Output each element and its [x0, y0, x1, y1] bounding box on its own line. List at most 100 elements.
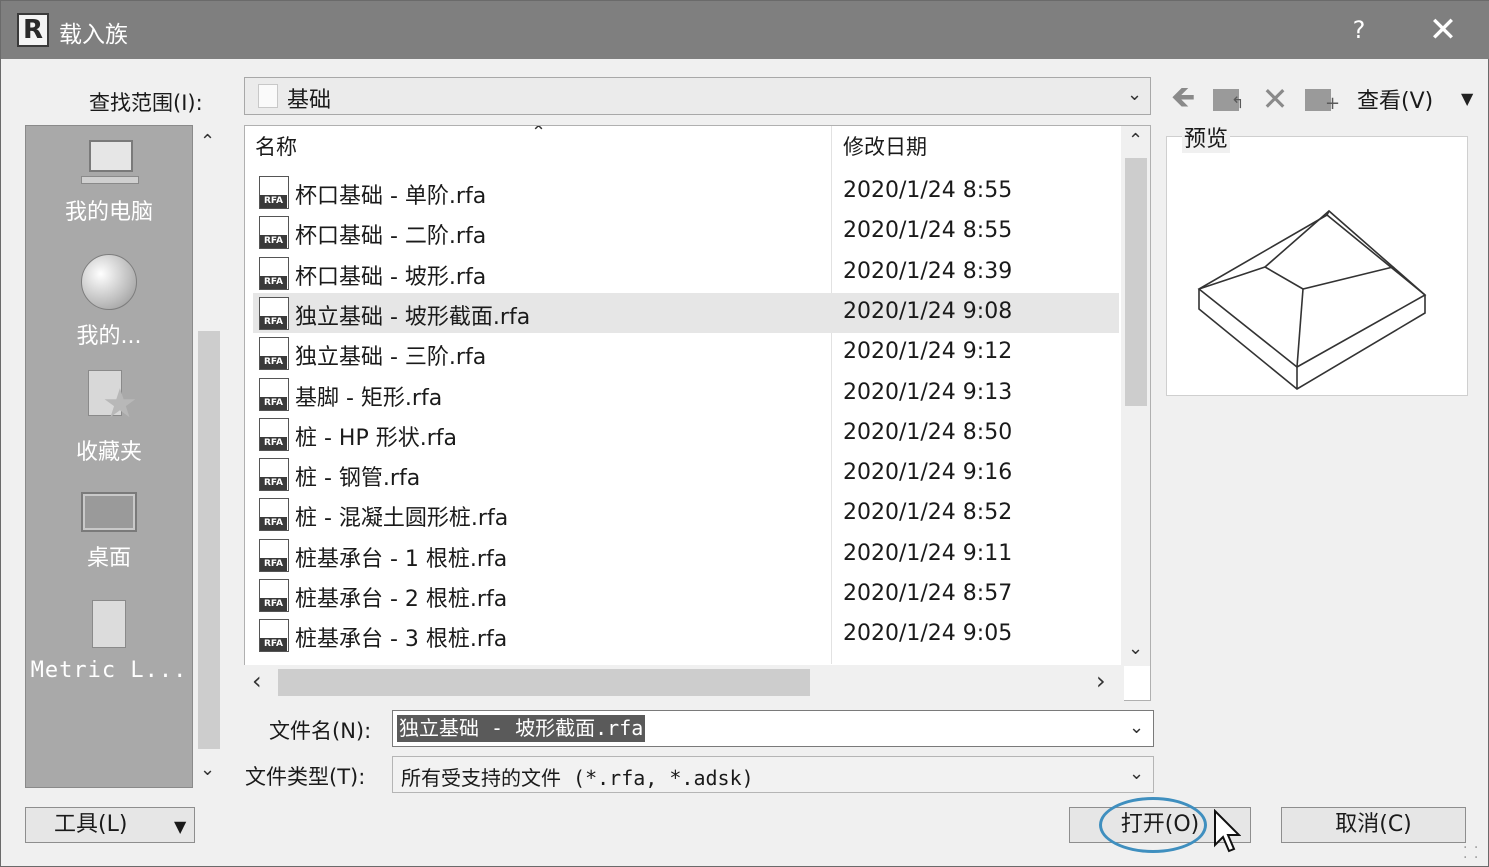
favorites-star-icon: ★ [84, 370, 138, 426]
lookin-label: 查找范围(I): [89, 91, 203, 115]
places-scrollbar[interactable]: ⌃ ⌄ [194, 125, 224, 788]
file-date: 2020/1/24 9:16 [843, 460, 1013, 486]
file-row[interactable]: RFA 杯口基础 - 单阶.rfa 2020/1/24 8:55 [253, 172, 1119, 212]
file-date: 2020/1/24 8:55 [843, 178, 1013, 203]
rfa-file-icon: RFA [259, 337, 289, 371]
place-my-computer[interactable]: 我的电脑 [26, 140, 192, 226]
lookin-value: 基础 [287, 88, 332, 113]
file-date: 2020/1/24 8:50 [843, 419, 1013, 445]
preview-panel [1166, 136, 1468, 396]
place-label: 收藏夹 [75, 440, 142, 465]
lookin-combobox[interactable]: 基础 ⌄ [244, 77, 1151, 115]
file-date: 2020/1/24 9:12 [843, 339, 1013, 365]
file-row[interactable]: RFA 桩 - HP 形状.rfa 2020/1/24 8:50 [253, 414, 1119, 454]
column-header-date[interactable]: 修改日期 [843, 126, 927, 168]
chevron-right-icon[interactable]: › [1096, 667, 1106, 695]
revit-app-icon: R [17, 13, 49, 47]
place-favorites[interactable]: ★ 收藏夹 [26, 370, 192, 466]
hscroll-thumb[interactable] [278, 669, 810, 696]
column-header-name[interactable]: 名称 [255, 126, 297, 168]
file-row[interactable]: RFA 桩基承台 - 2 根桩.rfa 2020/1/24 8:57 [253, 575, 1119, 615]
file-row[interactable]: RFA 独立基础 - 三阶.rfa 2020/1/24 9:12 [253, 333, 1119, 373]
folder-icon [90, 600, 128, 650]
place-label: Metric L... [30, 658, 188, 683]
rfa-file-icon: RFA [259, 377, 289, 411]
rfa-file-icon: RFA [259, 176, 289, 209]
computer-icon [79, 140, 139, 186]
places-bar: 我的电脑 我的... ★ 收藏夹 桌面 Metric L... [25, 125, 193, 788]
filetype-select[interactable]: 所有受支持的文件 (*.rfa, *.adsk) ⌄ [392, 756, 1154, 793]
rfa-file-icon: RFA [259, 256, 289, 290]
cancel-button[interactable]: 取消(C) [1281, 807, 1466, 843]
mouse-cursor-icon [1214, 809, 1241, 853]
file-list-scroll-thumb[interactable] [1125, 158, 1147, 406]
file-row[interactable]: RFA 杯口基础 - 二阶.rfa 2020/1/24 8:55 [253, 212, 1119, 252]
place-desktop[interactable]: 桌面 [26, 492, 192, 572]
views-menu[interactable]: 查看(V) [1357, 83, 1433, 115]
file-row[interactable]: RFA 独立基础 - 坡形截面.rfa 2020/1/24 9:08 [253, 292, 1119, 333]
rfa-file-icon: RFA [259, 458, 289, 492]
file-row[interactable]: RFA 杯口基础 - 坡形.rfa 2020/1/24 8:39 [253, 253, 1119, 293]
resize-grip-icon[interactable]: · · · · [1463, 841, 1483, 865]
chevron-down-icon[interactable]: ⌄ [1129, 763, 1144, 784]
place-label: 我的电脑 [64, 200, 153, 225]
file-date: 2020/1/24 8:57 [843, 581, 1013, 606]
place-my-network[interactable]: 我的... [26, 254, 192, 350]
file-name: 桩基承台 - 3 根桩.rfa [295, 627, 508, 653]
preview-label: 预览 [1182, 121, 1231, 153]
views-dropdown-arrow-icon[interactable]: ▼ [1461, 89, 1473, 108]
place-metric-library[interactable]: Metric L... [26, 600, 192, 683]
chevron-up-icon[interactable]: ⌃ [200, 131, 215, 152]
tools-button[interactable]: 工具(L) ▼ [25, 807, 195, 843]
file-row[interactable]: RFA 基脚 - 矩形.rfa 2020/1/24 9:13 [253, 374, 1119, 414]
file-row[interactable]: RFA 桩 - 钢管.rfa 2020/1/24 9:16 [253, 454, 1119, 494]
dialog-title: 载入族 [59, 22, 128, 48]
file-name: 基脚 - 矩形.rfa [295, 385, 443, 411]
file-row[interactable]: RFA 桩 - 混凝土圆形桩.rfa 2020/1/24 8:52 [253, 494, 1119, 534]
up-folder-icon[interactable]: ↰ [1211, 83, 1247, 117]
file-name: 桩 - 混凝土圆形桩.rfa [295, 506, 509, 532]
filename-value[interactable]: 独立基础 - 坡形截面.rfa [397, 715, 646, 742]
filename-label: 文件名(N): [269, 719, 372, 743]
new-folder-icon[interactable]: + [1303, 83, 1341, 117]
file-row[interactable]: RFA 桩基承台 - 1 根桩.rfa 2020/1/24 9:11 [253, 535, 1119, 575]
file-list-hscrollbar[interactable]: ‹ › [244, 665, 1124, 701]
file-name: 桩 - HP 形状.rfa [295, 425, 457, 451]
preview-image [1197, 209, 1427, 390]
help-button[interactable]: ? [1339, 11, 1379, 49]
file-list[interactable]: ⌃ 名称 修改日期 RFA 杯口基础 - 单阶.rfa 2020/1/24 8:55… [244, 125, 1151, 701]
rfa-file-icon: RFA [259, 216, 289, 250]
chevron-down-icon[interactable]: ⌄ [1129, 717, 1144, 738]
file-date: 2020/1/24 8:52 [843, 500, 1013, 526]
chevron-up-icon[interactable]: ⌃ [1128, 130, 1143, 151]
file-row[interactable]: RFA 桩基承台 - 3 根桩.rfa 2020/1/24 9:05 [253, 615, 1119, 655]
file-name: 独立基础 - 三阶.rfa [295, 345, 487, 371]
plus-icon: + [1325, 93, 1341, 114]
file-date: 2020/1/24 9:11 [843, 540, 1013, 566]
sort-ascending-icon: ⌃ [531, 125, 547, 143]
file-date: 2020/1/24 9:05 [843, 621, 1013, 647]
close-button[interactable]: ✕ [1421, 9, 1465, 51]
rfa-file-icon: RFA [259, 296, 289, 330]
load-family-dialog: R 载入族 ? ✕ 查找范围(I): 基础 ⌄ 🡸 ↰ ✕ + 查看(V) ▼ … [0, 0, 1489, 867]
file-date: 2020/1/24 8:55 [843, 218, 1013, 244]
file-name: 杯口基础 - 二阶.rfa [295, 224, 487, 250]
back-arrow-icon[interactable]: 🡸 [1164, 83, 1202, 117]
file-date: 2020/1/24 8:39 [843, 258, 1013, 284]
filetype-label: 文件类型(T): [245, 765, 366, 789]
delete-icon[interactable]: ✕ [1257, 83, 1293, 117]
rfa-file-icon: RFA [259, 417, 289, 451]
file-list-vscrollbar[interactable]: ⌃ ⌄ [1121, 126, 1150, 666]
chevron-left-icon[interactable]: ‹ [252, 667, 262, 695]
chevron-down-icon[interactable]: ⌄ [1128, 638, 1143, 659]
tools-dropdown-arrow-icon[interactable]: ▼ [174, 810, 186, 844]
file-name: 独立基础 - 坡形截面.rfa [295, 304, 531, 330]
file-name: 桩基承台 - 1 根桩.rfa [295, 546, 508, 572]
chevron-down-icon[interactable]: ⌄ [1127, 84, 1142, 105]
rfa-file-icon: RFA [259, 538, 289, 572]
filename-input[interactable]: 独立基础 - 坡形截面.rfa ⌄ [392, 710, 1154, 747]
file-name: 桩基承台 - 2 根桩.rfa [295, 587, 508, 612]
chevron-down-icon[interactable]: ⌄ [200, 759, 215, 780]
places-scroll-thumb[interactable] [198, 331, 220, 749]
desktop-icon [81, 492, 137, 532]
